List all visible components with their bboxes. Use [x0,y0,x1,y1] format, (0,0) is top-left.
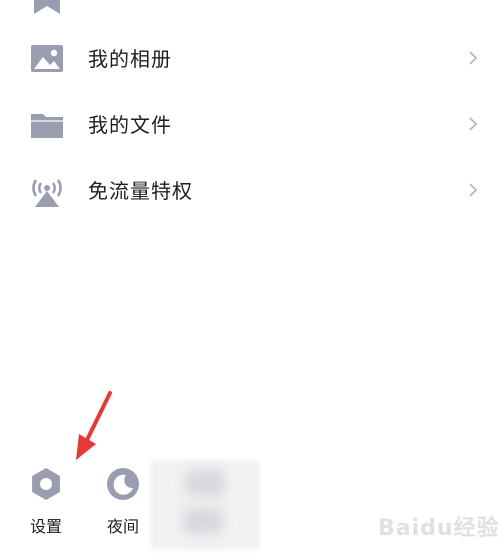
chevron-right-icon [469,51,478,65]
chevron-right-icon [469,117,478,131]
red-arrow-icon [76,391,112,460]
moon-icon [107,468,139,500]
blurred-label [183,508,223,534]
night-label: 夜间 [106,517,139,536]
settings-label: 设置 [29,517,62,536]
me-page: 我的相册 我的文件 免流量特权 设置 夜间 Baidu经验 [0,0,500,554]
menu-item-label: 免流量特权 [88,179,193,203]
bookmark-icon [34,0,60,14]
menu-item-files[interactable]: 我的文件 [0,96,500,152]
watermark: Baidu经验 [378,508,499,542]
settings-button[interactable]: 设置 [15,455,75,545]
photo-icon [31,45,63,72]
watermark-text: Baidu经验 [378,516,500,541]
menu-item-label: 我的文件 [88,113,172,137]
chevron-right-icon [469,183,478,197]
broadcast-tower-icon [32,179,62,207]
menu-item-partial[interactable] [0,0,500,28]
menu-item-free-data[interactable]: 免流量特权 [0,162,500,218]
night-mode-button[interactable]: 夜间 [92,455,152,545]
folder-icon [31,114,63,138]
menu-item-label: 我的相册 [88,47,172,71]
blurred-icon [185,470,225,496]
menu-item-album[interactable]: 我的相册 [0,30,500,86]
gear-icon [32,468,60,500]
